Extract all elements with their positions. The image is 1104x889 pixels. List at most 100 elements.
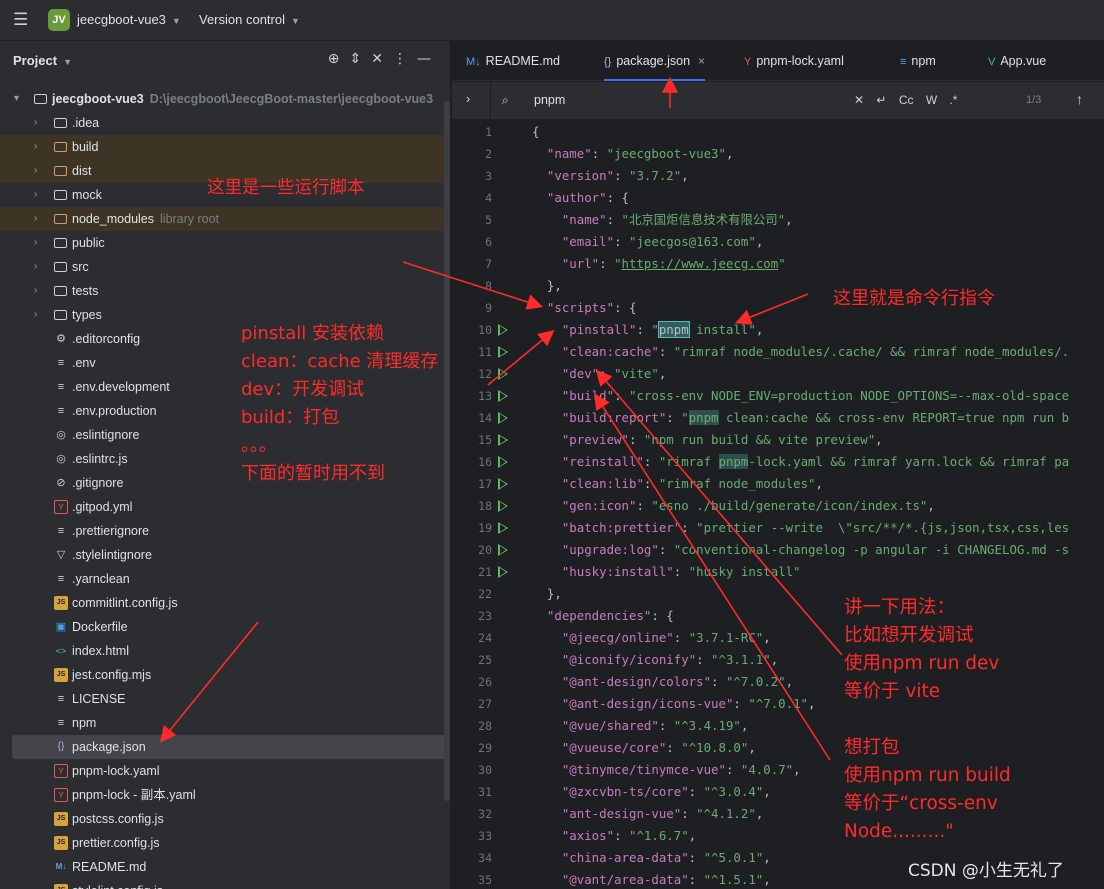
run-script-icon[interactable] (498, 500, 508, 512)
tree-item[interactable]: ≡ .prettierignore (0, 519, 445, 543)
line-number: 7 (485, 257, 492, 271)
tree-item[interactable]: › public (0, 231, 445, 255)
close-icon[interactable]: × (698, 54, 705, 68)
tree-item[interactable]: ▣ Dockerfile (0, 615, 445, 639)
code-line[interactable]: 14 "build:report": "pnpm clean:cache && … (452, 407, 1104, 429)
tab-npm[interactable]: ≡ npm (900, 41, 936, 81)
chevron-right-icon[interactable]: › (34, 111, 37, 135)
tab-pnpm-lock-yaml[interactable]: Ypnpm-lock.yaml (744, 41, 844, 81)
run-script-icon[interactable] (498, 456, 508, 468)
search-icon[interactable]: ⌕ (502, 93, 509, 108)
tree-item[interactable]: JS jest.config.mjs (0, 663, 445, 687)
tree-item[interactable]: JS commitlint.config.js (0, 591, 445, 615)
run-script-icon[interactable] (498, 324, 508, 336)
project-switcher[interactable]: jeecgboot-vue3 ▼ (77, 12, 181, 27)
run-script-icon[interactable] (498, 478, 508, 490)
tree-item[interactable]: › node_modules library root (0, 207, 445, 231)
tree-item[interactable]: JS stylelint.config.js (0, 879, 445, 889)
tab-package-json[interactable]: {} package.json × (604, 41, 706, 81)
tree-item[interactable]: ≡ npm (0, 711, 445, 735)
code-line[interactable]: 2 "name": "jeecgboot-vue3", (452, 143, 1104, 165)
code-line[interactable]: 6 "email": "jeecgos@163.com", (452, 231, 1104, 253)
code-line[interactable]: 4 "author": { (452, 187, 1104, 209)
tree-item[interactable]: › .idea (0, 111, 445, 135)
expand-replace-icon[interactable]: › (466, 92, 470, 106)
code-line[interactable]: 19 "batch:prettier": "prettier --write \… (452, 517, 1104, 539)
tree-item[interactable]: Y .gitpod.yml (0, 495, 445, 519)
code-line[interactable]: 18 "gen:icon": "esno ./build/generate/ic… (452, 495, 1104, 517)
tree-item[interactable]: <> index.html (0, 639, 445, 663)
line-number: 34 (478, 851, 492, 865)
code-line[interactable]: 8 }, (452, 275, 1104, 297)
chevron-right-icon[interactable]: › (34, 303, 37, 327)
code-line[interactable]: 20 "upgrade:log": "conventional-changelo… (452, 539, 1104, 561)
run-script-icon[interactable] (498, 544, 508, 556)
hide-panel-icon[interactable]: — (417, 51, 441, 67)
expand-all-icon[interactable]: ⇕ (350, 51, 372, 67)
project-panel-title[interactable]: Project ▼ (13, 53, 72, 68)
chevron-right-icon[interactable]: › (34, 231, 37, 255)
folder-icon (54, 310, 67, 320)
code-line[interactable]: 10 "pinstall": "pnpm install", (452, 319, 1104, 341)
code-line[interactable]: 9 "scripts": { (452, 297, 1104, 319)
tree-item[interactable]: › src (0, 255, 445, 279)
tree-item[interactable]: JS prettier.config.js (0, 831, 445, 855)
locate-icon[interactable]: ⊕ (328, 51, 350, 67)
chevron-right-icon[interactable]: › (34, 135, 37, 159)
run-script-icon[interactable] (498, 522, 508, 534)
code-line[interactable]: 3 "version": "3.7.2", (452, 165, 1104, 187)
chevron-right-icon[interactable]: › (34, 255, 37, 279)
run-script-icon[interactable] (498, 390, 508, 402)
tree-item[interactable]: {} package.json (12, 735, 445, 759)
code-line[interactable]: 16 "reinstall": "rimraf pnpm-lock.yaml &… (452, 451, 1104, 473)
code-line[interactable]: 13 "build": "cross-env NODE_ENV=producti… (452, 385, 1104, 407)
run-script-icon[interactable] (498, 412, 508, 424)
tree-item[interactable]: ▾ jeecgboot-vue3 D:\jeecgboot\JeecgBoot-ma… (0, 87, 445, 111)
code-text: "gen:icon": "esno ./build/generate/icon/… (561, 498, 935, 513)
tree-item[interactable]: › build (0, 135, 445, 159)
code-line[interactable]: 5 "name": "北京国炬信息技术有限公司", (452, 209, 1104, 231)
tree-item[interactable]: Ypnpm-lock - 副本.yaml (0, 783, 445, 807)
tree-item[interactable]: Ypnpm-lock.yaml (0, 759, 445, 783)
chevron-down-icon[interactable]: ▾ (14, 87, 19, 111)
tree-scrollbar[interactable] (444, 101, 450, 801)
tree-item-label: jeecgboot-vue3 D:\jeecgboot\JeecgBoot-mas… (52, 92, 434, 106)
tab-file-icon: ≡ (900, 56, 907, 68)
tree-item[interactable]: M↓ README.md (0, 855, 445, 879)
run-script-icon[interactable] (498, 566, 508, 578)
tree-item[interactable]: › tests (0, 279, 445, 303)
code-line[interactable]: 17 "clean:lib": "rimraf node_modules", (452, 473, 1104, 495)
tree-item[interactable]: ≡ LICENSE (0, 687, 445, 711)
tree-item[interactable]: ▽ .stylelintignore (0, 543, 445, 567)
search-options[interactable]: ✕ ↵ Cc W .* (854, 93, 957, 107)
yaml-file-icon: Y (54, 788, 68, 802)
chevron-right-icon[interactable]: › (34, 159, 37, 183)
chevron-right-icon[interactable]: › (34, 207, 37, 231)
chevron-right-icon[interactable]: › (34, 279, 37, 303)
match-count: 1/3 (1026, 94, 1042, 106)
tree-item-label: .yarnclean (72, 572, 130, 586)
code-line[interactable]: 7 "url": "https://www.jeecg.com" (452, 253, 1104, 275)
run-script-icon[interactable] (498, 434, 508, 446)
vcs-label: Version control (199, 12, 285, 27)
previous-match-icon[interactable]: ↑ (1076, 91, 1083, 107)
code-line[interactable]: 15 "preview": "npm run build && vite pre… (452, 429, 1104, 451)
code-line[interactable]: 1{ (452, 121, 1104, 143)
tab-app-vue[interactable]: V App.vue (988, 41, 1046, 81)
main-menu-icon[interactable]: ☰ (13, 10, 28, 30)
code-line[interactable]: 12 "dev": "vite", (452, 363, 1104, 385)
tab-readme-md[interactable]: M↓ README.md (466, 41, 560, 81)
version-control-menu[interactable]: Version control ▼ (199, 12, 300, 27)
tree-item[interactable]: ≡ .yarnclean (0, 567, 445, 591)
code-text: "clean:cache": "rimraf node_modules/.cac… (561, 344, 1070, 359)
tree-item-label: .idea (72, 116, 100, 130)
search-input[interactable]: pnpm (534, 93, 565, 107)
options-icon[interactable]: ⋮ (393, 51, 417, 67)
tree-item[interactable]: JS postcss.config.js (0, 807, 445, 831)
run-script-icon[interactable] (498, 346, 508, 358)
chevron-right-icon[interactable]: › (34, 183, 37, 207)
code-line[interactable]: 11 "clean:cache": "rimraf node_modules/.… (452, 341, 1104, 363)
collapse-all-icon[interactable]: ✕ (371, 51, 393, 67)
run-script-icon[interactable] (498, 368, 508, 380)
code-line[interactable]: 21 "husky:install": "husky install" (452, 561, 1104, 583)
